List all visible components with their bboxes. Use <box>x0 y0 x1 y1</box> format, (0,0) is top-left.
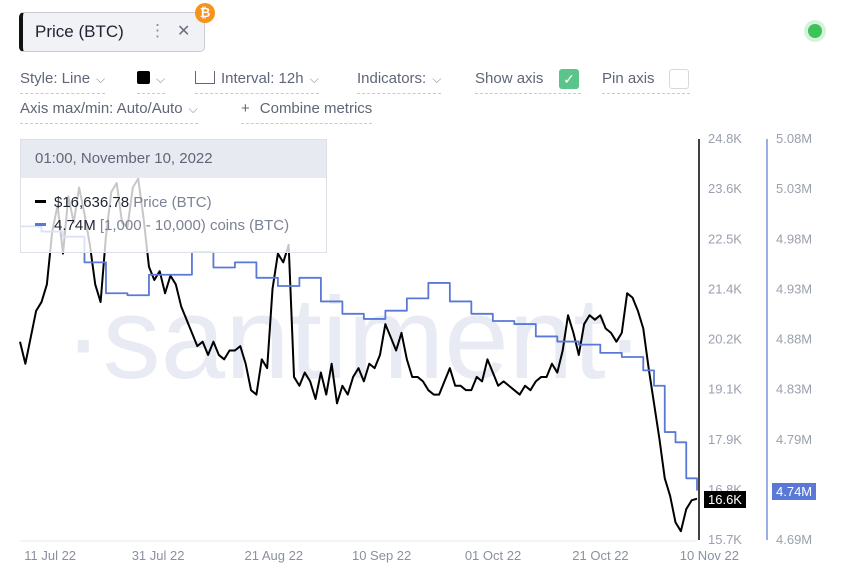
x-tick-label: 10 Sep 22 <box>352 548 411 563</box>
x-tick-label: 31 Jul 22 <box>132 548 185 563</box>
holders-tick-label: 4.83M <box>776 382 812 397</box>
chart-tooltip: 01:00, November 10, 2022 $16,636.78 Pric… <box>20 139 327 253</box>
price-tick-label: 17.9K <box>708 432 742 447</box>
price-tick-label: 19.1K <box>708 382 742 397</box>
holders-legend-dash <box>35 223 46 226</box>
price-tick-label: 23.6K <box>708 181 742 196</box>
price-tick-label: 15.7K <box>708 532 742 547</box>
tooltip-holders-value: 4.74M <box>54 217 96 234</box>
holders-tick-label: 4.93M <box>776 281 812 296</box>
holders-tick-label: 5.08M <box>776 131 812 146</box>
price-tick-label: 24.8K <box>708 131 742 146</box>
tooltip-holders-name: [1,000 - 10,000) coins (BTC) <box>99 217 290 234</box>
x-tick-label: 10 Nov 22 <box>680 548 739 563</box>
holders-tick-label: 4.69M <box>776 532 812 547</box>
chart-area[interactable]: ·santiment· 11 Jul 22 31 Jul 22 21 Aug 22 1… <box>0 0 850 573</box>
price-tick-label: 20.2K <box>708 332 742 347</box>
holders-tick-label: 5.03M <box>776 181 812 196</box>
price-tick-label: 22.5K <box>708 231 742 246</box>
x-tick-label: 01 Oct 22 <box>465 548 521 563</box>
price-current-label: 16.6K <box>704 490 746 508</box>
x-tick-label: 21 Oct 22 <box>572 548 628 563</box>
holders-tick-label: 4.79M <box>776 432 812 447</box>
price-tick-label: 21.4K <box>708 281 742 296</box>
price-legend-dash <box>35 200 46 203</box>
x-axis: 11 Jul 22 31 Jul 22 21 Aug 22 10 Sep 22 01 O… <box>20 540 739 563</box>
tooltip-price-value: $16,636.78 <box>54 194 130 211</box>
holders-tick-label: 4.88M <box>776 332 812 347</box>
holders-current-label: 4.74M <box>772 482 817 500</box>
tooltip-row-holders: 4.74M [1,000 - 10,000) coins (BTC) <box>35 217 289 234</box>
x-tick-label: 21 Aug 22 <box>245 548 304 563</box>
holders-tick-label: 4.98M <box>776 231 812 246</box>
tooltip-price-name: Price (BTC) <box>133 194 212 211</box>
x-tick-label: 11 Jul 22 <box>24 548 76 563</box>
tooltip-row-price: $16,636.78 Price (BTC) <box>35 194 212 211</box>
tooltip-date: 01:00, November 10, 2022 <box>21 140 326 178</box>
